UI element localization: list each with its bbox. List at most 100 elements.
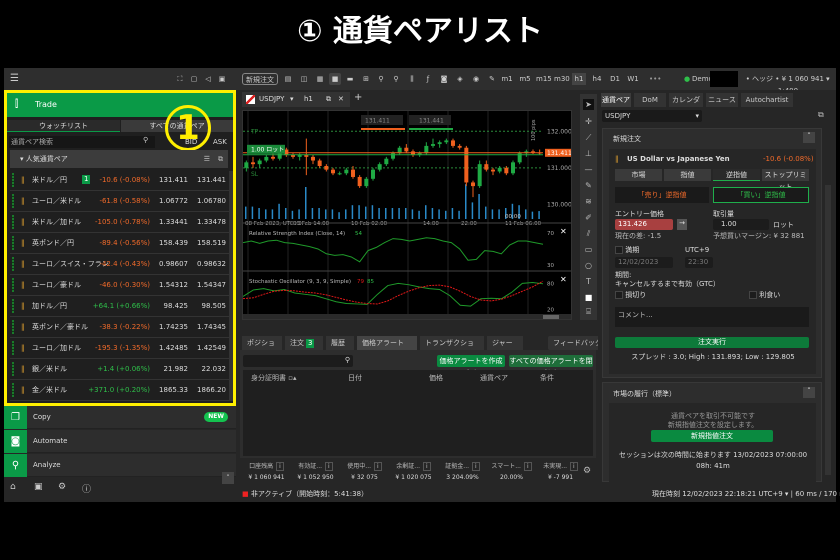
pause-icon[interactable]: ‖ [21, 233, 25, 253]
fib-icon[interactable]: ≋ [583, 196, 594, 207]
sl-label[interactable]: SL [251, 171, 259, 178]
scrollbar[interactable] [229, 171, 233, 401]
order-type-tab-2[interactable]: 逆指値 [713, 169, 760, 181]
checkbox[interactable] [615, 291, 623, 299]
chevron-down-icon[interactable]: ▾ [826, 73, 830, 85]
ask-price[interactable]: 98.505 [202, 296, 227, 316]
column-header-id[interactable]: 身分証明書 ▫▴ [251, 373, 296, 383]
toolbox-icon[interactable]: ⌸ [583, 306, 594, 317]
tab-watchlist[interactable]: ウォッチリスト [7, 120, 120, 132]
pause-icon[interactable]: ‖ [21, 170, 25, 190]
tab-bottom-3[interactable]: 価格アラート0 [357, 336, 417, 362]
timeframe-h4[interactable]: h4 [590, 73, 604, 85]
tab-bottom-4[interactable]: トランザクション（取引） [420, 336, 484, 361]
collapse-icon[interactable]: ˄ [803, 387, 815, 398]
pause-icon[interactable]: ‖ [21, 275, 25, 295]
timeframe-h1[interactable]: h1 [572, 73, 586, 85]
grid-icon[interactable]: ▦ [314, 73, 326, 85]
new-order-button[interactable]: 新規注文 [242, 73, 278, 85]
expiry-date-input[interactable]: 12/02/2023 [615, 257, 673, 268]
execute-order-button[interactable]: 注文実行 [615, 337, 809, 348]
layout-icon[interactable]: ▣ [216, 73, 228, 85]
fx-icon[interactable]: ƒ [422, 73, 434, 85]
bid-price[interactable]: 1.42485 [159, 338, 188, 358]
pair-row[interactable]: ‖ ユーロ／スイス・フラン -42.4 (-0.43%) 0.98607 0.98632 [10, 254, 230, 275]
trend-icon[interactable]: ⟋ [583, 132, 594, 143]
wallet-icon[interactable]: ▣ [34, 482, 43, 492]
sell-stop-button[interactable]: 「売り」逆指値 [615, 187, 709, 203]
pair-row[interactable]: ‖ 米ドル／円 1 -10.6 (-0.08%) 131.411 131.441 [10, 170, 230, 191]
checkbox[interactable] [615, 246, 623, 254]
pair-row[interactable]: ‖ 金／米ドル +371.0 (+0.20%) 1865.33 1866.20 [10, 380, 230, 401]
clock-timezone[interactable]: UTC+9 [758, 490, 782, 498]
add-indicator-icon[interactable]: ⊞ [360, 73, 372, 85]
bid-price[interactable]: 1.06772 [159, 191, 188, 211]
fullscreen-icon[interactable]: ⛶ [174, 73, 186, 85]
list-view-icon[interactable]: ☰ [204, 150, 210, 168]
column-header-pair[interactable]: 通貨ペア [480, 373, 508, 383]
order-type-tab-0[interactable]: 市場 [615, 169, 662, 181]
template-icon[interactable]: ✎ [486, 73, 498, 85]
ask-price[interactable]: 1.74345 [197, 317, 226, 337]
single-chart-icon[interactable]: ■ [329, 73, 341, 85]
window-icon[interactable]: ▢ [188, 73, 200, 85]
chevron-down-icon[interactable]: ▾ [290, 92, 294, 107]
chart-tab[interactable]: USDJPY ▾ h1 ⧉ ✕ [242, 92, 350, 107]
hline-icon[interactable]: ⊥ [583, 148, 594, 159]
bid-price[interactable]: 1.54312 [159, 275, 188, 295]
bid-price[interactable]: 0.98607 [159, 254, 188, 274]
pair-row[interactable]: ‖ 銀／米ドル +1.4 (+0.06%) 21.982 22.032 [10, 359, 230, 380]
info-icon[interactable]: i [472, 462, 480, 471]
help-icon[interactable]: ⓘ [82, 482, 91, 495]
ask-price[interactable]: 0.98632 [197, 254, 226, 274]
bid-price[interactable]: 1.74235 [159, 317, 188, 337]
bid-price[interactable]: 1.33441 [159, 212, 188, 232]
buy-stop-button[interactable]: 「買い」逆指値 [713, 187, 809, 203]
take-profit-checkbox[interactable]: 利食い [749, 290, 780, 300]
stop-loss-checkbox[interactable]: 損切り [615, 290, 646, 300]
scrollbar-thumb[interactable] [543, 315, 559, 319]
ask-price[interactable]: 1.42549 [197, 338, 226, 358]
expiry-checkbox[interactable]: 満期 [615, 245, 639, 255]
tab-bottom-1[interactable]: 注文 3 [285, 336, 323, 350]
pair-search-input[interactable]: 通貨ペア検索 [9, 136, 155, 148]
ask-price[interactable]: 1.06780 [197, 191, 226, 211]
info-icon[interactable]: i [570, 462, 578, 471]
pause-icon[interactable]: ‖ [21, 317, 25, 337]
collapse-icon[interactable]: ˄ [803, 132, 815, 143]
nav-automate[interactable]: ◙ Automate [4, 430, 236, 453]
symbol-select[interactable]: USDJPY ▾ [602, 110, 702, 122]
pair-row[interactable]: ‖ 英ポンド／円 -89.4 (-0.56%) 158.439 158.519 [10, 233, 230, 254]
expiry-time-input[interactable]: 22:30 [685, 257, 713, 268]
cursor-icon[interactable]: ➤ [583, 99, 594, 110]
robot-icon[interactable]: ◙ [438, 73, 450, 85]
text-icon[interactable]: T [583, 276, 594, 287]
horizontal-scrollbar[interactable] [243, 314, 572, 320]
split-icon[interactable]: ▬ [344, 73, 356, 85]
gear-icon[interactable]: ⚙ [583, 466, 591, 476]
close-icon[interactable]: ✕ [560, 227, 567, 236]
chart-layout-icon[interactable]: ◫ [298, 73, 310, 85]
info-icon[interactable]: i [523, 462, 532, 471]
collapse-icon[interactable]: ˄ [222, 472, 234, 484]
brush-icon[interactable]: ✐ [583, 212, 594, 223]
more-timeframes-button[interactable]: ••• [649, 73, 661, 85]
bid-price[interactable]: 21.982 [164, 359, 189, 379]
popout-icon[interactable]: ⧉ [818, 110, 824, 120]
pair-row[interactable]: ‖ ユーロ／米ドル -61.8 (-0.58%) 1.06772 1.06780 [10, 191, 230, 212]
line-icon[interactable]: — [583, 164, 594, 175]
order-type-tab-3[interactable]: ストップリミット [762, 169, 809, 191]
tab-right-2[interactable]: カレンダー [669, 93, 703, 118]
ask-price[interactable]: 1.54347 [197, 275, 226, 295]
zoom-in-icon[interactable]: ⚲ [375, 73, 387, 85]
bid-price[interactable]: 131.411 [159, 170, 188, 190]
timeframe-D1[interactable]: D1 [608, 73, 622, 85]
create-alert-button[interactable]: 価格アラートを作成する [437, 355, 505, 377]
zoom-out-icon[interactable]: ⚲ [390, 73, 402, 85]
close-icon[interactable]: ✕ [560, 275, 567, 284]
bid-price[interactable]: 1865.33 [159, 380, 188, 400]
pair-row[interactable]: ‖ 加ドル／円 +64.1 (+0.66%) 98.425 98.505 [10, 296, 230, 317]
close-all-alerts-button[interactable]: すべての価格アラートを閉じる [509, 355, 593, 377]
entry-price-input[interactable]: 131.426 [615, 219, 673, 230]
ask-price[interactable]: 1.33478 [197, 212, 226, 232]
